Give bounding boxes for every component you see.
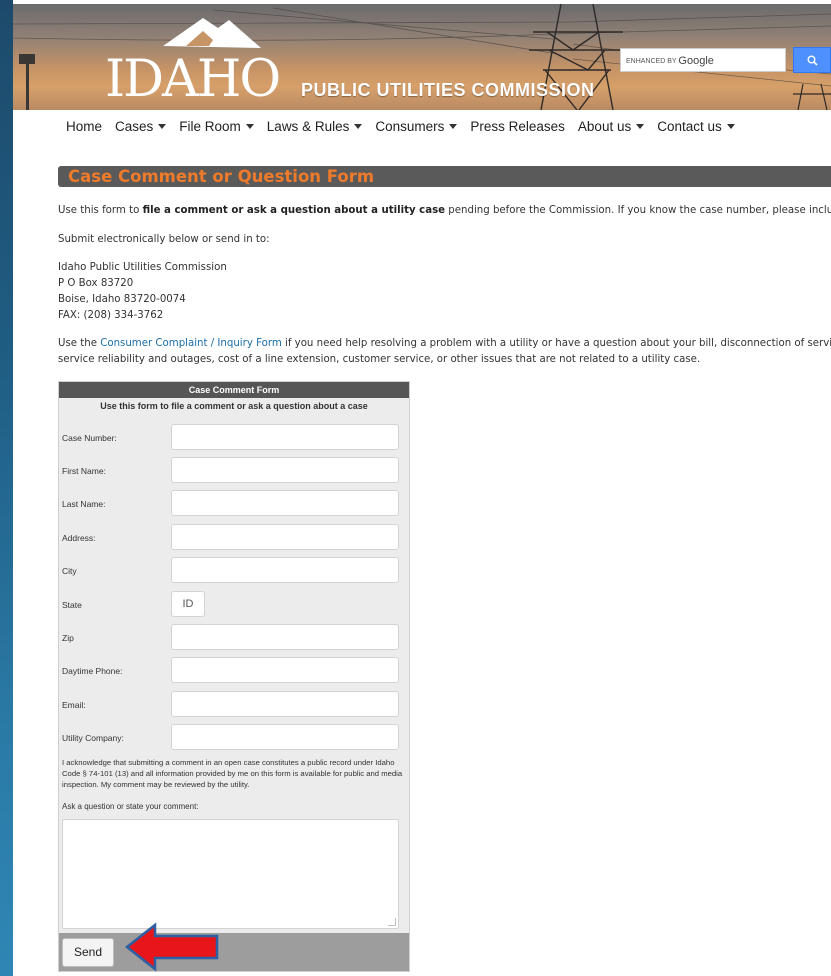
header-banner: IDAHO PUBLIC UTILITIES COMMISSION ENHANC… [13, 4, 831, 110]
page-title: Case Comment or Question Form [58, 166, 831, 187]
submit-note: Submit electronically below or send in t… [58, 234, 270, 245]
form-row: Daytime Phone: [59, 657, 409, 685]
form-row: Utility Company: [59, 724, 409, 752]
field-input-zip[interactable] [171, 624, 399, 650]
address-line: Boise, Idaho 83720-0074 [58, 294, 186, 305]
comment-textarea[interactable] [62, 819, 399, 929]
mountain-logo [163, 18, 261, 48]
agency-name: PUBLIC UTILITIES COMMISSION [301, 80, 595, 100]
form-row: Zip [59, 624, 409, 652]
address-line: P O Box 83720 [58, 278, 134, 289]
nav-item-press-releases[interactable]: Press Releases [470, 119, 565, 134]
search-watermark: ENHANCED BY Google [626, 55, 714, 67]
consumer-note: Use the Consumer Complaint / Inquiry For… [58, 338, 831, 365]
nav-item-file-room[interactable]: File Room [179, 119, 254, 134]
form-row: Case Number: [59, 424, 409, 452]
field-label: Case Number: [62, 433, 117, 443]
field-label: Zip [62, 633, 74, 643]
main-nav: Home Cases File Room Laws & Rules Consumers P… [13, 110, 831, 142]
form-row: Address: [59, 524, 409, 552]
field-input-first-name[interactable] [171, 457, 399, 483]
form-row: City [59, 557, 409, 585]
form-row: Email: [59, 691, 409, 719]
field-label: Utility Company: [62, 733, 124, 743]
form-title: Case Comment Form [59, 382, 409, 398]
chevron-down-icon [636, 123, 645, 129]
chevron-down-icon [354, 123, 363, 129]
field-input-last-name[interactable] [171, 490, 399, 516]
field-label: State [62, 600, 82, 610]
form-footer: Send [59, 933, 409, 971]
search-icon [807, 55, 818, 66]
field-input-email[interactable] [171, 691, 399, 717]
idaho-logo-text: IDAHO [105, 50, 281, 109]
field-input-utility-company[interactable] [171, 724, 399, 750]
send-button[interactable]: Send [62, 938, 114, 967]
case-comment-form: Case Comment Form Use this form to file … [58, 381, 410, 972]
consumer-complaint-link[interactable]: Consumer Complaint / Inquiry Form [100, 338, 282, 349]
field-label: City [62, 566, 77, 576]
field-label: Address: [62, 533, 96, 543]
field-input-address[interactable] [171, 524, 399, 550]
nav-item-cases[interactable]: Cases [115, 119, 167, 134]
search-button[interactable] [793, 47, 831, 73]
chevron-down-icon [726, 123, 735, 129]
nav-item-about-us[interactable]: About us [578, 119, 645, 134]
chevron-down-icon [245, 123, 254, 129]
nav-item-home[interactable]: Home [66, 119, 102, 134]
field-label: Daytime Phone: [62, 666, 123, 676]
nav-item-consumers[interactable]: Consumers [375, 119, 458, 134]
form-row: Last Name: [59, 490, 409, 518]
field-input-city[interactable] [171, 557, 399, 583]
intro-text: Use this form to file a comment or ask a… [58, 205, 831, 216]
acknowledgement-text: I acknowledge that submitting a comment … [62, 758, 403, 789]
red-arrow-annotation [124, 922, 219, 972]
chevron-down-icon [158, 123, 167, 129]
field-label: Last Name: [62, 499, 106, 509]
chevron-down-icon [449, 123, 458, 129]
field-label: Email: [62, 700, 86, 710]
form-row: State ID [59, 591, 409, 619]
field-label: First Name: [62, 466, 106, 476]
address-line: FAX: (208) 334-3762 [58, 310, 164, 321]
field-input-case-number[interactable] [171, 424, 399, 450]
comment-label: Ask a question or state your comment: [62, 802, 199, 811]
nav-item-contact-us[interactable]: Contact us [657, 119, 735, 134]
form-row: First Name: [59, 457, 409, 485]
form-subtitle: Use this form to file a comment or ask a… [100, 401, 368, 411]
mailing-address: Idaho Public Utilities Commission P O Bo… [58, 260, 227, 324]
page: IDAHO PUBLIC UTILITIES COMMISSION ENHANC… [13, 0, 831, 976]
address-line: Idaho Public Utilities Commission [58, 262, 227, 273]
nav-item-laws-rules[interactable]: Laws & Rules [267, 119, 363, 134]
search-input[interactable]: ENHANCED BY Google [620, 48, 786, 72]
resize-grip-icon[interactable] [388, 918, 396, 926]
field-input-state[interactable]: ID [171, 591, 205, 617]
field-input-daytime-phone[interactable] [171, 657, 399, 683]
